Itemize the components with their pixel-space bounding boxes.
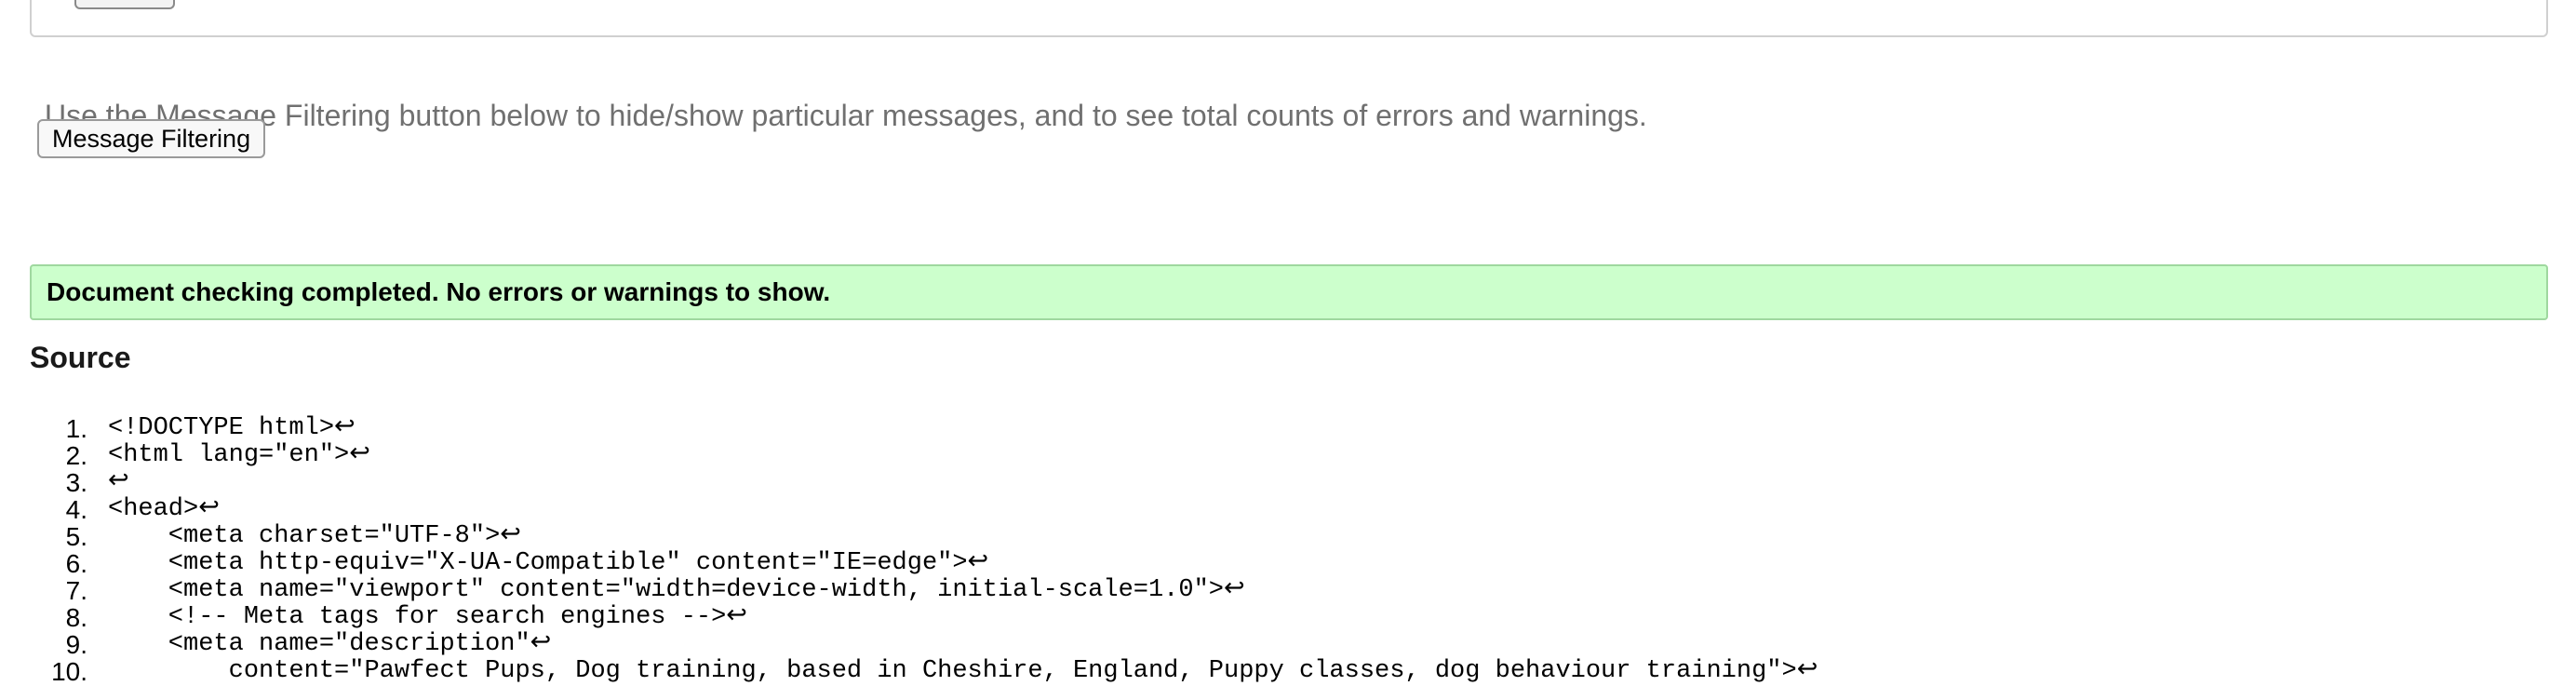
line-number: 5. (65, 522, 87, 551)
line-number: 6. (65, 549, 87, 578)
line-code: <head>↩ (108, 495, 220, 523)
filter-hint-text: Use the Message Filtering button below t… (45, 99, 1647, 132)
source-heading: Source (30, 341, 131, 374)
check-button[interactable] (74, 0, 175, 9)
options-fieldset (30, 0, 2548, 37)
message-filtering-button[interactable]: Message Filtering (37, 119, 266, 158)
line-number: 4. (65, 495, 87, 524)
line-number: 7. (65, 576, 87, 605)
line-number: 3. (65, 468, 87, 497)
line-number: 8. (65, 603, 87, 632)
line-code: <meta name="viewport" content="width=dev… (108, 576, 1245, 604)
line-number: 9. (65, 630, 87, 659)
result-message: Document checking completed. No errors o… (47, 277, 831, 306)
line-code: <html lang="en">↩ (108, 441, 370, 469)
line-code: <!-- Meta tags for search engines -->↩ (108, 603, 747, 631)
result-success-banner: Document checking completed. No errors o… (30, 264, 2548, 320)
line-code: <meta charset="UTF-8">↩ (108, 522, 521, 550)
line-code: <!DOCTYPE html>↩ (108, 414, 356, 442)
line-code: <meta http-equiv="X-UA-Compatible" conte… (108, 549, 989, 577)
line-code: ↩ (108, 468, 129, 496)
line-number: 1. (65, 414, 87, 443)
line-code: <meta name="description"↩ (108, 630, 552, 658)
line-number: 2. (65, 441, 87, 470)
